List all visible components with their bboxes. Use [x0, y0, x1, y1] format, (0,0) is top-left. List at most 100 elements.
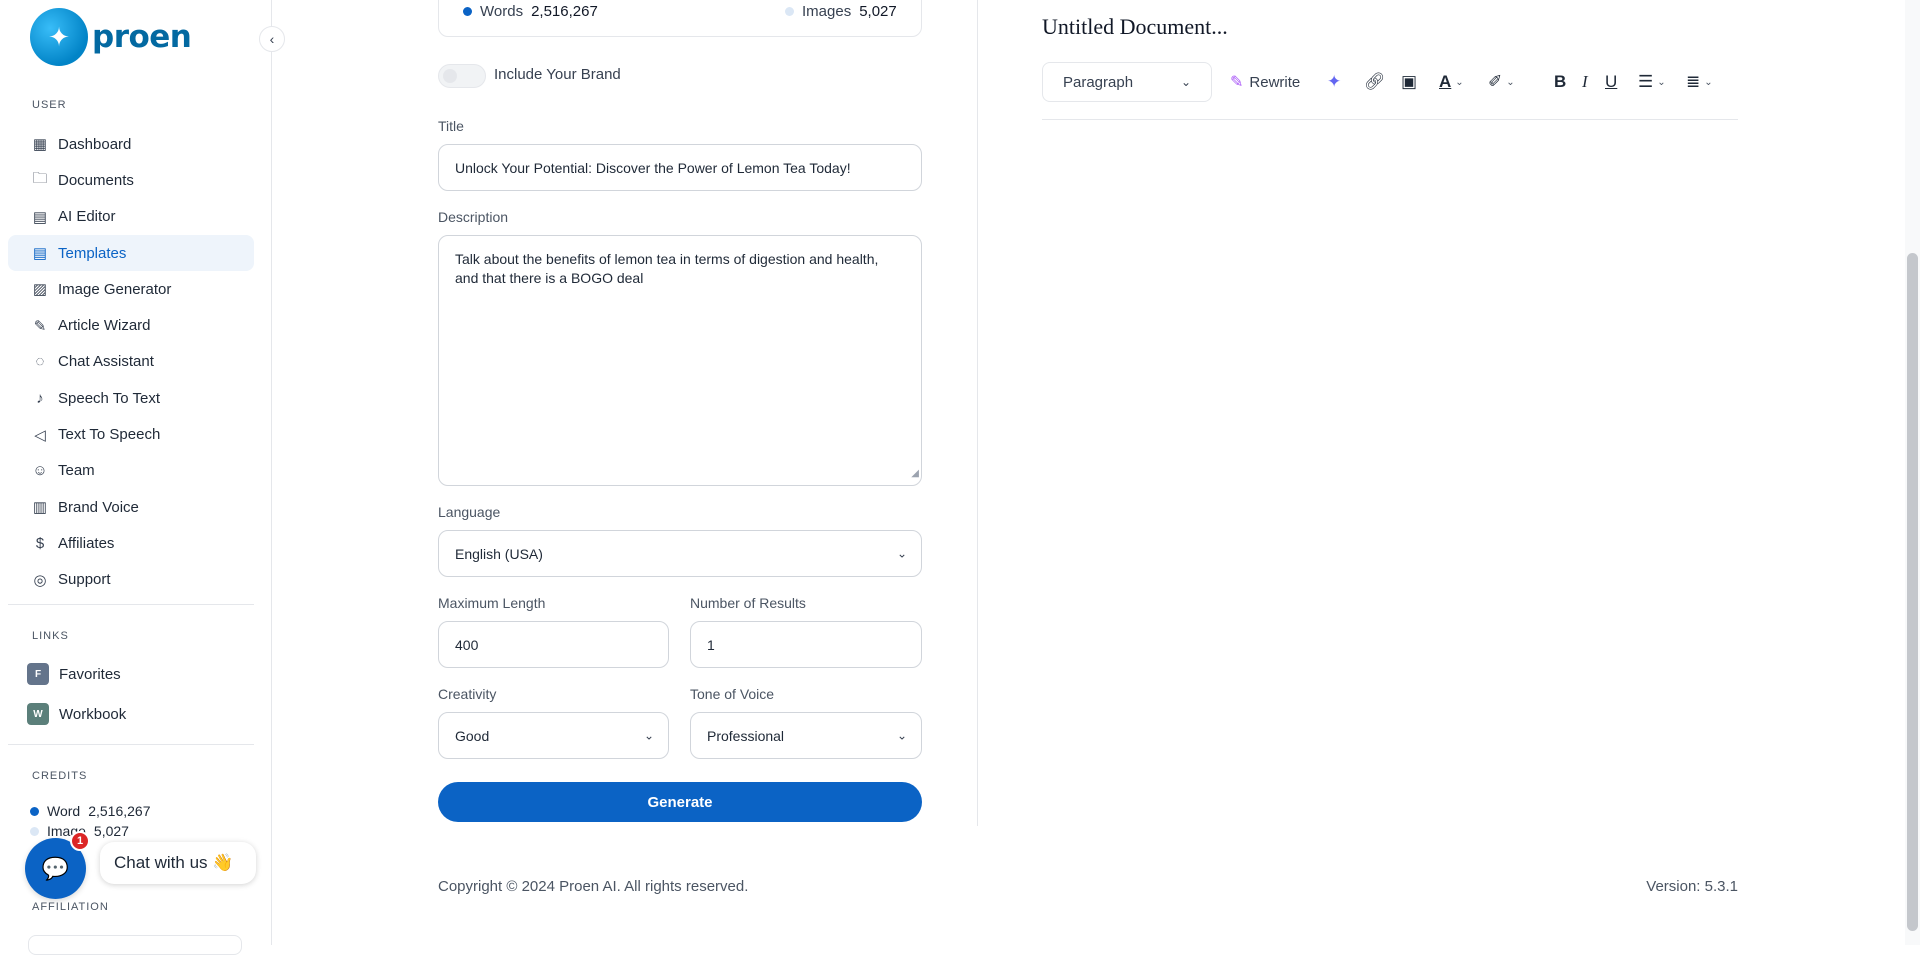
numbered-list-glyph: ≣ — [1686, 72, 1701, 91]
include-brand-label: Include Your Brand — [494, 66, 621, 83]
microphone-icon: ♪ — [36, 389, 44, 407]
image-icon: ▨ — [32, 281, 48, 299]
chevron-down-icon: ⌄ — [1180, 75, 1191, 89]
creativity-label: Creativity — [438, 686, 497, 702]
affiliation-box[interactable] — [28, 935, 242, 955]
sidebar-item-text-to-speech[interactable]: ◁ Text To Speech — [8, 416, 254, 452]
scrollbar-thumb[interactable] — [1907, 253, 1918, 931]
stat-words-value: 2,516,267 — [531, 3, 598, 20]
chevron-down-icon: ⌄ — [896, 727, 907, 742]
chat-with-us-prompt[interactable]: Chat with us 👋 — [100, 842, 256, 884]
title-input[interactable]: Unlock Your Potential: Discover the Powe… — [438, 144, 922, 191]
sidebar-item-label: Brand Voice — [58, 498, 139, 516]
highlight-icon[interactable]: ✐ ⌄ — [1488, 70, 1515, 94]
results-label: Number of Results — [690, 595, 806, 611]
chevron-down-icon: ⌄ — [1704, 76, 1713, 88]
stat-images-label: Images — [802, 3, 852, 20]
marker-glyph: ✐ — [1488, 72, 1503, 91]
document-title[interactable]: Untitled Document... — [1042, 14, 1228, 40]
bold-icon[interactable]: B — [1554, 70, 1566, 94]
sidebar-item-label: Dashboard — [58, 135, 132, 153]
page-scrollbar[interactable] — [1905, 0, 1920, 945]
credit-image-value: 5,027 — [93, 823, 129, 839]
link-label: Workbook — [59, 705, 127, 723]
sidebar-item-article-wizard[interactable]: ✎ Article Wizard — [8, 307, 254, 343]
footer-copyright: Copyright © 2024 Proen AI. All rights re… — [438, 878, 749, 895]
sidebar-item-label: Speech To Text — [58, 389, 161, 407]
italic-icon[interactable]: I — [1582, 70, 1588, 94]
editor-toolbar: Paragraph ⌄ ✎ Rewrite ✦ 🔗︎ ▣ A ⌄ ✐ ⌄ B I U… — [1042, 62, 1738, 120]
brand-name: proen — [92, 19, 192, 55]
language-label: Language — [438, 504, 501, 520]
stat-images: Images 5,027 — [785, 3, 897, 20]
credit-word-label: Word — [47, 803, 81, 819]
dollar-icon: $ — [35, 534, 45, 552]
creativity-value: Good — [455, 727, 490, 744]
bullet-list-icon[interactable]: ☰ ⌄ — [1638, 70, 1666, 94]
description-label: Description — [438, 209, 509, 225]
sidebar-item-label: AI Editor — [58, 208, 116, 226]
include-brand-toggle[interactable] — [438, 64, 486, 88]
tone-select[interactable]: Professional ⌄ — [690, 712, 922, 759]
language-value: English (USA) — [455, 545, 543, 562]
tone-value: Professional — [707, 727, 785, 744]
speaker-icon: ◁ — [34, 426, 46, 444]
numbered-list-icon[interactable]: ≣ ⌄ — [1686, 70, 1713, 94]
brand-voice-icon: ▥ — [32, 499, 48, 517]
link-favorites[interactable]: F Favorites — [27, 663, 121, 685]
paragraph-format-select[interactable]: Paragraph ⌄ — [1042, 62, 1212, 102]
sidebar-item-support[interactable]: ◎ Support — [8, 562, 254, 598]
max-length-input[interactable]: 400 — [438, 621, 669, 668]
text-color-icon[interactable]: A ⌄ — [1439, 70, 1464, 94]
dashboard-icon: ▦ — [32, 136, 48, 154]
link-icon[interactable]: 🔗︎ — [1364, 70, 1386, 94]
logo-star-icon: ✦ — [30, 8, 88, 66]
footer-version: Version: 5.3.1 — [1646, 878, 1738, 895]
sidebar-item-brand-voice[interactable]: ▥ Brand Voice — [8, 489, 254, 525]
sidebar-item-team[interactable]: ☺ Team — [8, 453, 254, 489]
generate-button[interactable]: Generate — [438, 782, 922, 822]
sidebar-item-documents[interactable]: 🗀 Documents — [8, 162, 254, 198]
notebook-icon: ▤ — [32, 208, 48, 226]
article-icon: ✎ — [33, 317, 47, 335]
image-dot-icon — [30, 826, 39, 836]
resize-handle-icon[interactable]: ◢ — [911, 464, 919, 483]
sidebar-item-templates[interactable]: ▤ Templates — [8, 234, 254, 272]
credits-section-label: CREDITS — [32, 770, 88, 782]
tone-label: Tone of Voice — [690, 686, 775, 702]
description-textarea[interactable]: Talk about the benefits of lemon tea in … — [438, 235, 922, 486]
pencil-icon: ✎ — [1230, 74, 1244, 91]
sidebar: ✦ proen USER ▦ Dashboard 🗀 Documents ▤ AI E… — [0, 0, 272, 955]
sidebar-item-chat-assistant[interactable]: ◌ Chat Assistant — [8, 344, 254, 380]
ai-sparkle-icon[interactable]: ✦ — [1327, 70, 1341, 94]
rewrite-button[interactable]: ✎ Rewrite — [1230, 70, 1300, 94]
sidebar-item-dashboard[interactable]: ▦ Dashboard — [8, 126, 254, 162]
sidebar-item-label: Affiliates — [58, 534, 115, 552]
sidebar-item-ai-editor[interactable]: ▤ AI Editor — [8, 199, 254, 235]
sidebar-item-affiliates[interactable]: $ Affiliates — [8, 525, 254, 561]
creativity-select[interactable]: Good ⌄ — [438, 712, 669, 759]
stat-images-value: 5,027 — [859, 3, 897, 20]
underline-icon[interactable]: U — [1605, 70, 1617, 94]
brand-logo[interactable]: ✦ proen — [30, 8, 192, 66]
bullet-list-glyph: ☰ — [1638, 72, 1654, 91]
user-plus-icon: ☺ — [32, 462, 48, 480]
template-icon: ▤ — [32, 245, 48, 263]
number-of-results-input[interactable]: 1 — [690, 621, 922, 668]
chat-bubble-icon: 💬 — [41, 855, 70, 881]
language-select[interactable]: English (USA) ⌄ — [438, 530, 922, 577]
stat-words-label: Words — [480, 3, 524, 20]
usage-stats-card: Words 2,516,267 Images 5,027 — [438, 0, 922, 37]
sidebar-item-speech-to-text[interactable]: ♪ Speech To Text — [8, 380, 254, 416]
image-icon[interactable]: ▣ — [1401, 70, 1417, 94]
images-dot-icon — [785, 7, 794, 16]
link-workbook[interactable]: W Workbook — [27, 703, 126, 725]
lifebuoy-icon: ◎ — [33, 571, 47, 589]
sidebar-item-image-generator[interactable]: ▨ Image Generator — [8, 271, 254, 307]
collapse-sidebar-chevron-left-icon[interactable]: ‹ — [259, 26, 285, 52]
chat-notification-badge: 1 — [70, 831, 90, 851]
affiliation-section-label: AFFILIATION — [32, 901, 109, 913]
archive-icon: 🗀 — [32, 169, 48, 187]
sidebar-item-label: Text To Speech — [58, 426, 161, 444]
paragraph-format-value: Paragraph — [1063, 73, 1134, 91]
